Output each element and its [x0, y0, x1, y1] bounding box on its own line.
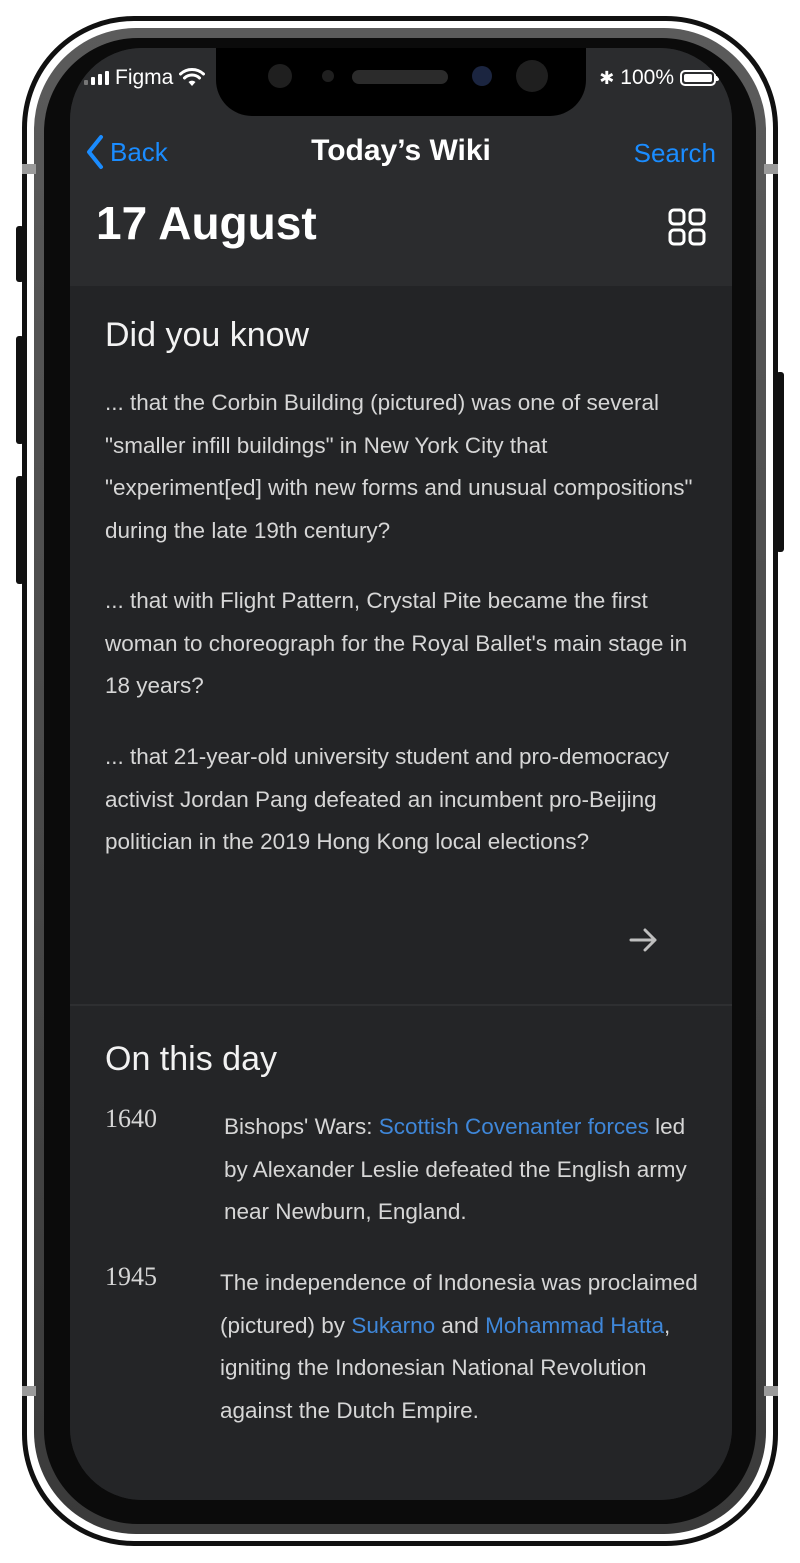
search-button[interactable]: Search [634, 138, 716, 169]
band-mark [764, 164, 778, 174]
event-year: 1640 [105, 1104, 157, 1133]
did-you-know-card: Did you know ... that the Corbin Buildin… [70, 286, 732, 1004]
status-bar-left: Figma [84, 66, 206, 90]
band-mark [22, 1386, 36, 1396]
did-you-know-item: ... that with Flight Pattern, Crystal Pi… [105, 588, 688, 698]
event-text-segment: and [435, 1312, 486, 1338]
did-you-know-item: ... that the Corbin Building (pictured) … [105, 390, 693, 543]
on-this-day-card: On this day 1640 Bishops' Wars: Scottish… [70, 1006, 732, 1500]
signal-icon [84, 71, 109, 85]
header: Figma ✱ 100% Back Today’s Wiki Search 17… [70, 48, 732, 286]
did-you-know-item: ... that 21-year-old university student … [105, 744, 670, 854]
event-link[interactable]: Sukarno [351, 1313, 435, 1338]
arrow-right-icon[interactable] [628, 926, 660, 954]
on-this-day-heading: On this day [105, 1040, 277, 1078]
battery-icon [680, 70, 719, 86]
screen: Figma ✱ 100% Back Today’s Wiki Search 17… [70, 48, 732, 1500]
event-link[interactable]: Scottish Covenanter forces [379, 1114, 649, 1139]
band-mark [22, 164, 36, 174]
status-bar-right: ✱ 100% [599, 66, 719, 90]
event-text-segment: Bishops' Wars: [224, 1114, 379, 1139]
event-year: 1945 [105, 1262, 157, 1291]
event-text: Bishops' Wars: Scottish Covenanter force… [224, 1106, 704, 1234]
mute-switch [16, 226, 24, 282]
event-text: The independence of Indonesia was procla… [220, 1262, 710, 1432]
grid-view-icon[interactable] [668, 208, 706, 246]
volume-up-button [16, 336, 24, 444]
band-mark [764, 1386, 778, 1396]
battery-percentage: 100% [620, 66, 674, 89]
power-button [776, 372, 784, 552]
carrier-name: Figma [115, 66, 174, 89]
event-link[interactable]: Mohammad Hatta [485, 1313, 664, 1338]
did-you-know-heading: Did you know [105, 316, 310, 354]
wifi-icon [179, 68, 206, 86]
bluetooth-icon: ✱ [599, 67, 615, 88]
page-title: 17 August [96, 197, 317, 249]
volume-down-button [16, 476, 24, 584]
notch [216, 48, 586, 116]
